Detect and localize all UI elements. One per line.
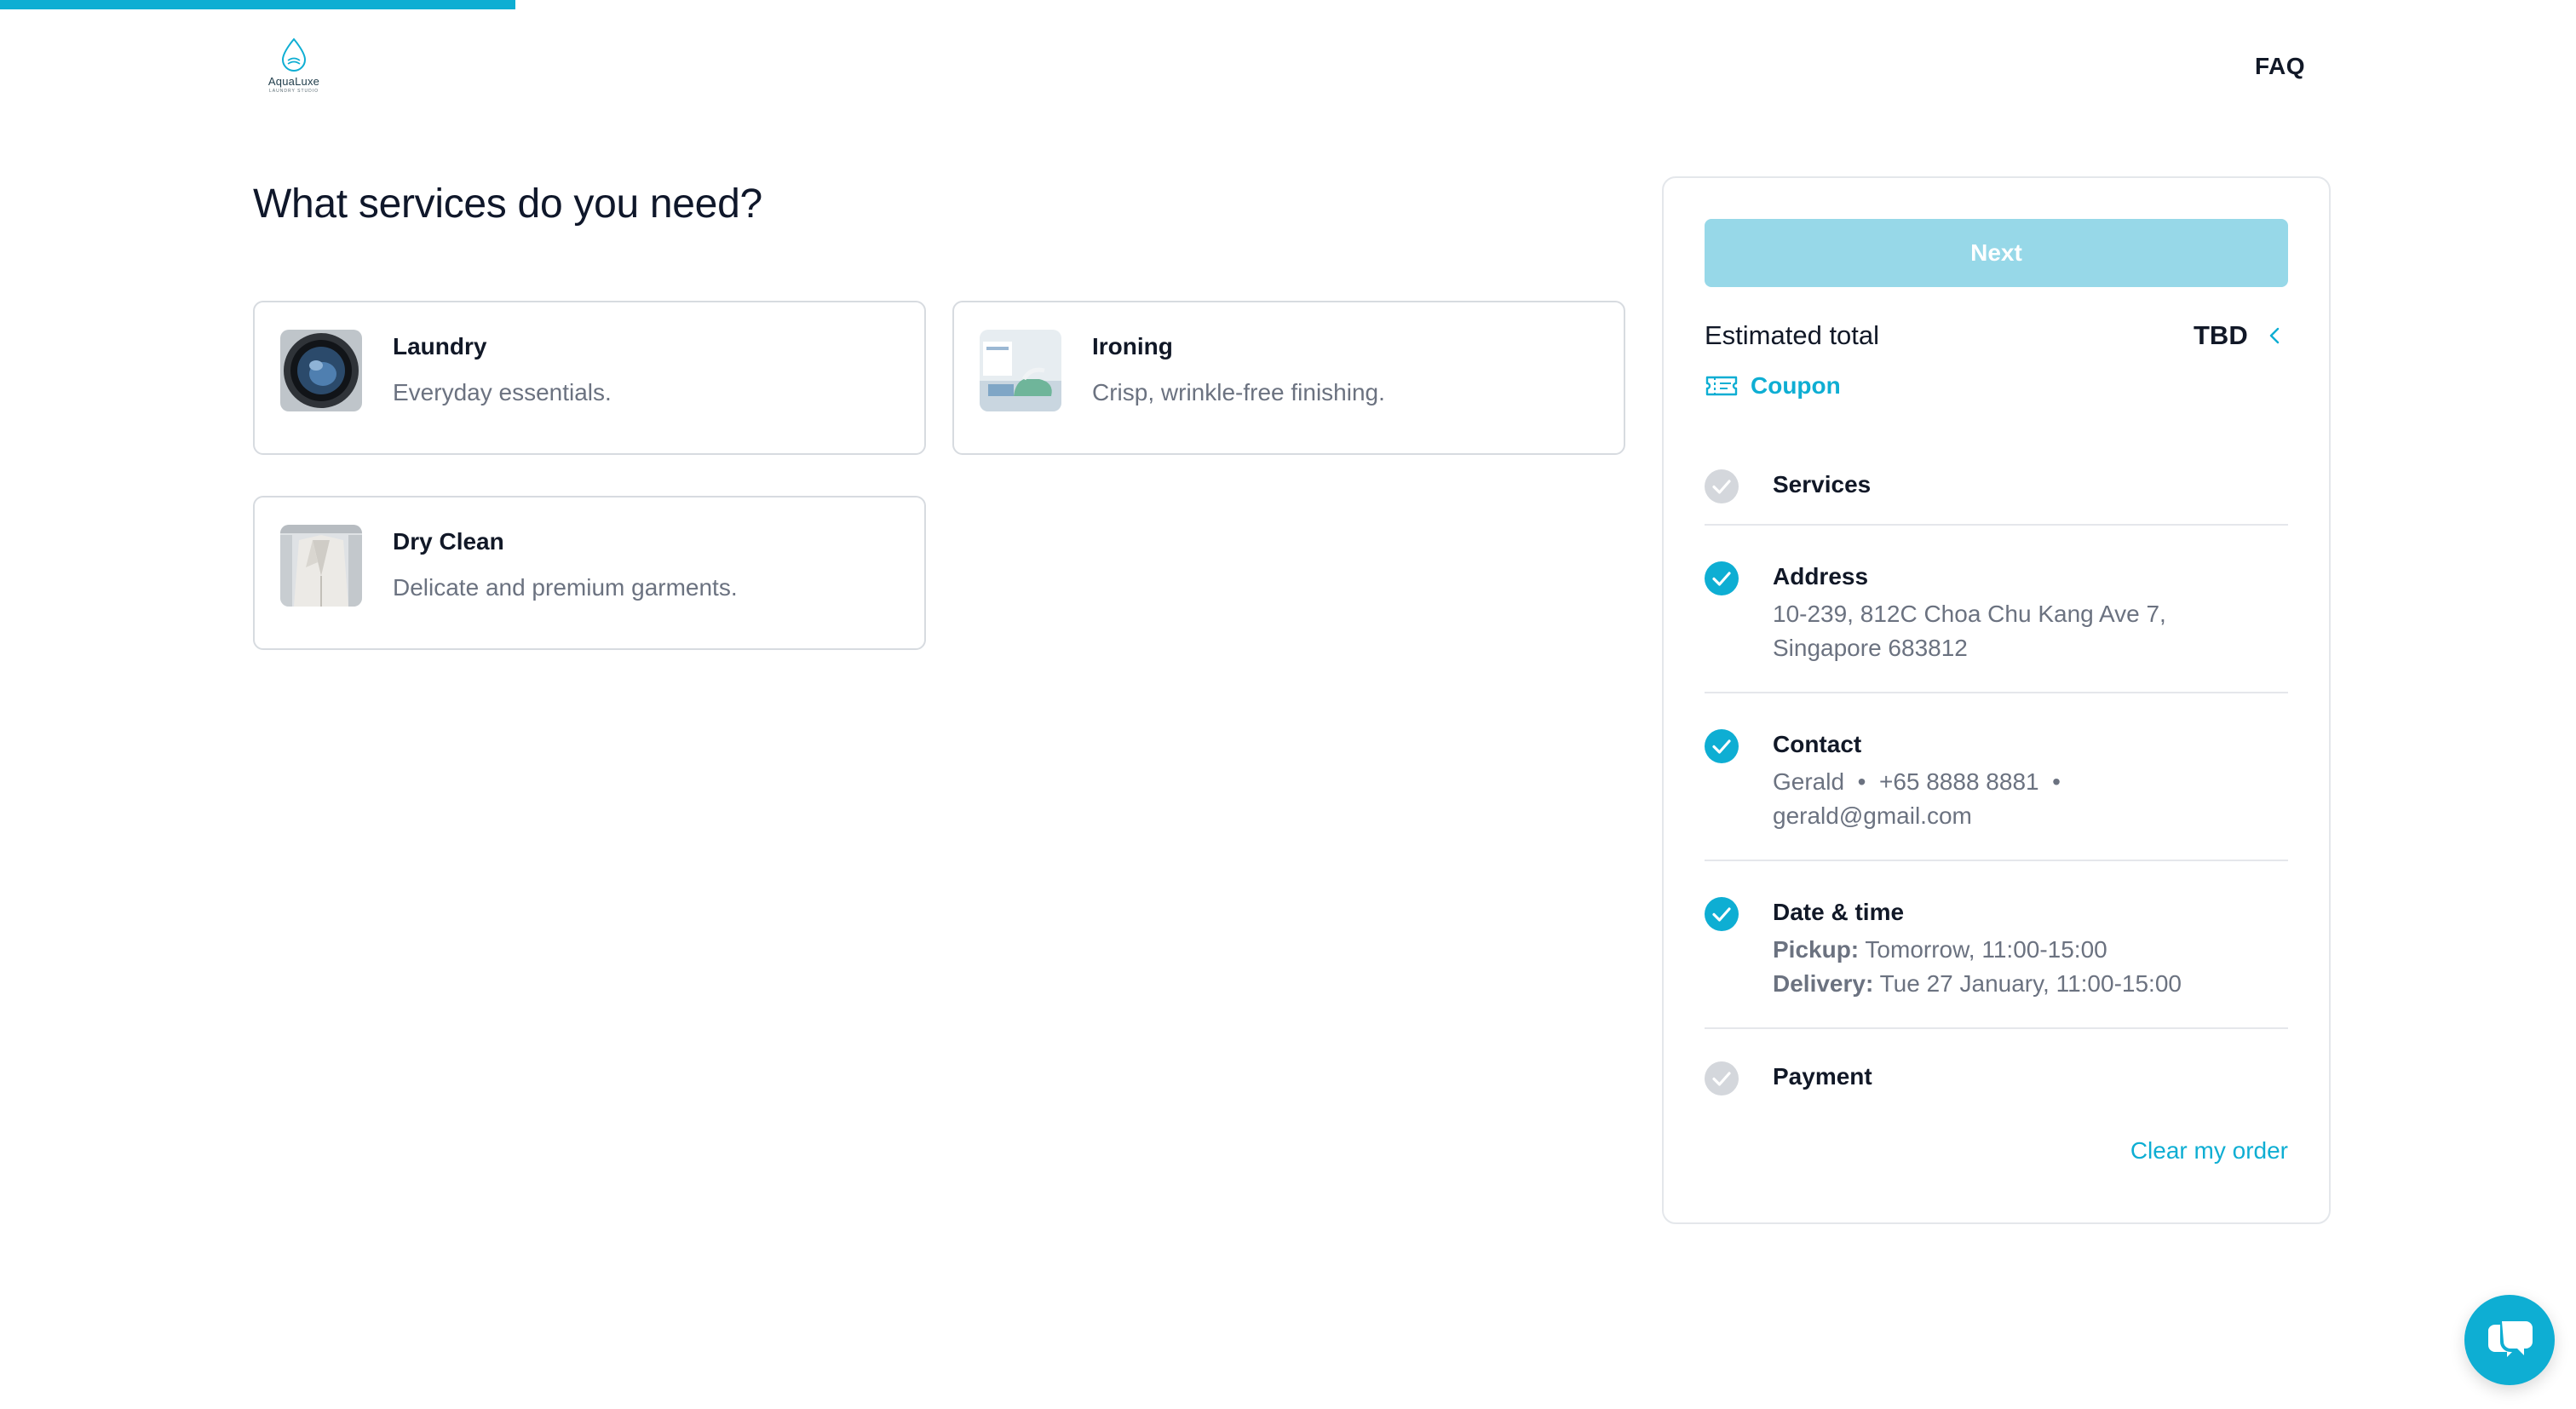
service-card-dry-clean[interactable]: Dry Clean Delicate and premium garments. bbox=[253, 496, 926, 650]
chat-bubbles-icon bbox=[2488, 1321, 2533, 1357]
coupon-button[interactable]: Coupon bbox=[1705, 372, 1841, 400]
contact-line: Gerald • +65 8888 8881 • bbox=[1773, 768, 2061, 795]
check-circle-done-icon bbox=[1705, 729, 1739, 763]
step-title: Services bbox=[1773, 471, 1872, 497]
delivery-line: Delivery: Tue 27 January, 11:00-15:00 bbox=[1773, 970, 2182, 998]
pickup-value: Tomorrow, 11:00-15:00 bbox=[1865, 936, 2107, 963]
step-title: Payment bbox=[1773, 1063, 1872, 1090]
delivery-label: Delivery: bbox=[1773, 970, 1874, 997]
iron-photo-icon bbox=[980, 330, 1061, 411]
step-title: Date & time bbox=[1773, 899, 1905, 925]
step-date-time[interactable]: Date & time Pickup: Tomorrow, 11:00-15:0… bbox=[1705, 863, 2288, 1029]
service-description: Crisp, wrinkle-free finishing. bbox=[1092, 379, 1385, 405]
estimated-total-label: Estimated total bbox=[1705, 320, 1880, 350]
address-line: 10-239, 812C Choa Chu Kang Ave 7, bbox=[1773, 601, 2166, 627]
progress-bar bbox=[0, 0, 515, 9]
ticket-icon bbox=[1705, 376, 1738, 396]
service-name: Laundry bbox=[393, 333, 487, 359]
service-card-ironing[interactable]: Ironing Crisp, wrinkle-free finishing. bbox=[952, 301, 1625, 455]
check-circle-pending-icon bbox=[1705, 469, 1739, 503]
faq-link[interactable]: FAQ bbox=[2255, 53, 2305, 80]
clear-order-link[interactable]: Clear my order bbox=[2130, 1137, 2288, 1165]
chevron-left-icon[interactable] bbox=[2263, 323, 2286, 348]
chat-support-button[interactable] bbox=[2464, 1295, 2555, 1385]
next-button[interactable]: Next bbox=[1705, 219, 2288, 287]
suit-photo-icon bbox=[280, 525, 362, 607]
delivery-value: Tue 27 January, 11:00-15:00 bbox=[1879, 970, 2182, 997]
step-title: Address bbox=[1773, 563, 1869, 589]
pickup-label: Pickup: bbox=[1773, 936, 1860, 963]
step-payment[interactable]: Payment bbox=[1705, 1031, 2288, 1116]
washing-machine-photo-icon bbox=[280, 330, 362, 411]
estimated-total-value: TBD bbox=[2194, 320, 2248, 350]
step-contact[interactable]: Contact Gerald • +65 8888 8881 • gerald@… bbox=[1705, 695, 2288, 861]
service-name: Ironing bbox=[1092, 333, 1173, 359]
check-circle-done-icon bbox=[1705, 561, 1739, 595]
service-name: Dry Clean bbox=[393, 528, 504, 555]
page-title: What services do you need? bbox=[253, 181, 762, 227]
brand-tagline: LAUNDRY STUDIO bbox=[269, 89, 319, 94]
brand-name: AquaLuxe bbox=[267, 75, 320, 88]
service-card-laundry[interactable]: Laundry Everyday essentials. bbox=[253, 301, 926, 455]
step-services[interactable]: Services bbox=[1705, 451, 2288, 526]
coupon-label: Coupon bbox=[1751, 372, 1841, 399]
service-description: Delicate and premium garments. bbox=[393, 574, 738, 601]
check-circle-done-icon bbox=[1705, 897, 1739, 931]
service-description: Everyday essentials. bbox=[393, 379, 612, 405]
brand-logo[interactable]: AquaLuxe LAUNDRY STUDIO bbox=[259, 36, 329, 104]
check-circle-pending-icon bbox=[1705, 1061, 1739, 1096]
contact-email: gerald@gmail.com bbox=[1773, 802, 1972, 829]
water-drop-icon bbox=[281, 37, 307, 72]
order-summary-panel: Next Estimated total TBD Coupon Services… bbox=[1662, 176, 2331, 1224]
step-address[interactable]: Address 10-239, 812C Choa Chu Kang Ave 7… bbox=[1705, 527, 2288, 693]
address-line: Singapore 683812 bbox=[1773, 635, 1968, 661]
pickup-line: Pickup: Tomorrow, 11:00-15:00 bbox=[1773, 936, 2107, 963]
step-title: Contact bbox=[1773, 731, 1862, 757]
